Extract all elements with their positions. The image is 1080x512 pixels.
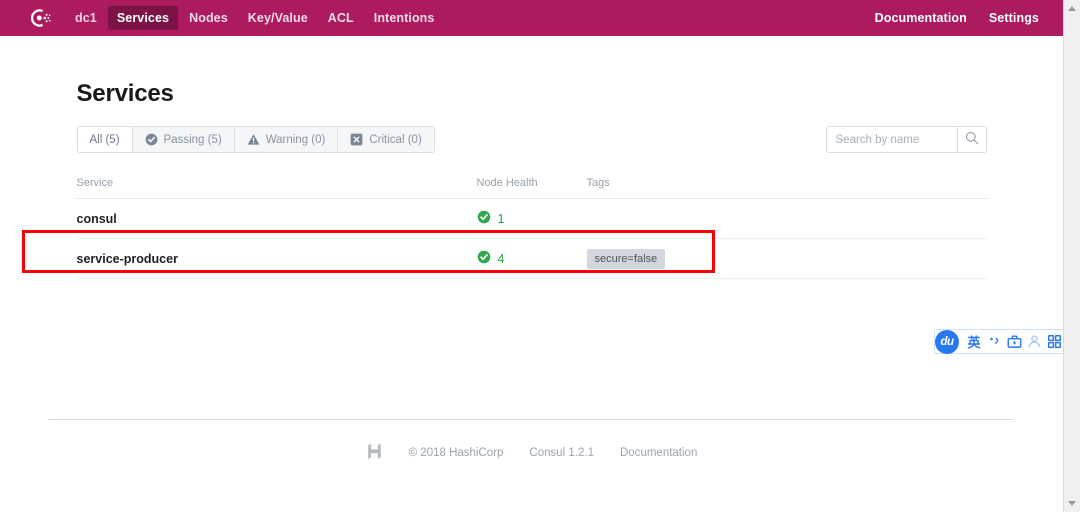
ime-user-icon[interactable] <box>1024 331 1044 353</box>
check-circle-icon <box>145 133 158 146</box>
scrollbar-down-arrow[interactable] <box>1064 495 1080 512</box>
chevron-up-icon <box>1068 6 1076 11</box>
search-icon <box>965 131 979 148</box>
column-header-tags: Tags <box>587 177 987 189</box>
node-health-cell: 4 <box>477 250 587 267</box>
nav-item-datacenter[interactable]: dc1 <box>66 6 106 30</box>
column-header-node-health: Node Health <box>477 177 587 189</box>
footer-version: Consul 1.2.1 <box>529 447 594 459</box>
nav-item-documentation[interactable]: Documentation <box>867 6 975 30</box>
footer-copyright: © 2018 HashiCorp <box>409 447 504 459</box>
service-name-link[interactable]: consul <box>77 212 117 226</box>
footer-divider <box>49 419 1014 420</box>
nav-item-intentions[interactable]: Intentions <box>365 6 444 30</box>
page-title: Services <box>77 80 987 108</box>
table-header-row: Service Node Health Tags <box>77 177 987 199</box>
filter-tab-all-label: All (5) <box>90 134 120 146</box>
chevron-down-icon <box>1068 501 1076 506</box>
ime-logo-icon[interactable]: du <box>935 330 959 354</box>
nav-secondary-links: Documentation Settings <box>867 6 1047 30</box>
top-navigation-bar: dc1 Services Nodes Key/Value ACL Intenti… <box>0 0 1063 36</box>
search-box <box>826 126 987 153</box>
content-container: Services All (5) <box>77 80 987 279</box>
check-circle-green-icon <box>477 210 491 227</box>
node-health-count: 1 <box>498 212 505 226</box>
nav-item-settings[interactable]: Settings <box>981 6 1047 30</box>
filter-tab-warning-label: Warning (0) <box>266 134 326 146</box>
filter-tab-warning[interactable]: Warning (0) <box>235 127 339 152</box>
main-content: Services All (5) <box>0 80 1063 464</box>
browser-viewport: dc1 Services Nodes Key/Value ACL Intenti… <box>0 0 1080 512</box>
filter-tab-critical[interactable]: Critical (0) <box>338 127 433 152</box>
filter-bar: All (5) Passing (5) <box>77 126 987 153</box>
nav-item-key-value[interactable]: Key/Value <box>239 6 317 30</box>
nav-primary-links: dc1 Services Nodes Key/Value ACL Intenti… <box>66 6 443 30</box>
scrollbar-thumb[interactable] <box>1064 17 1080 317</box>
page-footer: © 2018 HashiCorp Consul 1.2.1 Documentat… <box>0 442 1063 464</box>
filter-tab-all[interactable]: All (5) <box>78 127 133 152</box>
ime-floating-toolbar: du 英 <box>934 329 1063 354</box>
nav-item-services[interactable]: Services <box>108 6 178 30</box>
service-name-link[interactable]: service-producer <box>77 252 178 266</box>
search-input[interactable] <box>827 127 957 152</box>
x-square-icon <box>350 133 363 146</box>
vertical-scrollbar[interactable] <box>1063 0 1080 512</box>
nav-item-nodes[interactable]: Nodes <box>180 6 237 30</box>
filter-tab-passing[interactable]: Passing (5) <box>133 127 235 152</box>
filter-tab-passing-label: Passing (5) <box>164 134 222 146</box>
warning-triangle-icon <box>247 133 260 146</box>
node-health-count: 4 <box>498 252 505 266</box>
search-button[interactable] <box>957 127 986 152</box>
column-header-service: Service <box>77 177 477 189</box>
scrollbar-up-arrow[interactable] <box>1064 0 1080 17</box>
node-health-cell: 1 <box>477 210 587 227</box>
ime-apps-icon[interactable] <box>1044 331 1063 353</box>
services-table: Service Node Health Tags consul <box>77 177 987 279</box>
check-circle-green-icon <box>477 250 491 267</box>
filter-tab-critical-label: Critical (0) <box>369 134 421 146</box>
status-filter-tabs: All (5) Passing (5) <box>77 126 435 153</box>
ime-toolbox-icon[interactable] <box>1004 331 1024 353</box>
ime-punctuation-mode[interactable] <box>984 331 1004 353</box>
consul-logo-icon[interactable] <box>28 6 52 30</box>
hashicorp-logo-icon <box>366 442 383 464</box>
page-root: dc1 Services Nodes Key/Value ACL Intenti… <box>0 0 1063 512</box>
tag-chip: secure=false <box>587 249 666 269</box>
footer-documentation-link[interactable]: Documentation <box>620 447 697 459</box>
table-row[interactable]: consul 1 <box>77 199 987 239</box>
table-row[interactable]: service-producer 4 <box>77 239 987 279</box>
ime-language-mode[interactable]: 英 <box>964 331 984 353</box>
tags-cell: secure=false <box>587 249 987 269</box>
nav-item-acl[interactable]: ACL <box>319 6 363 30</box>
